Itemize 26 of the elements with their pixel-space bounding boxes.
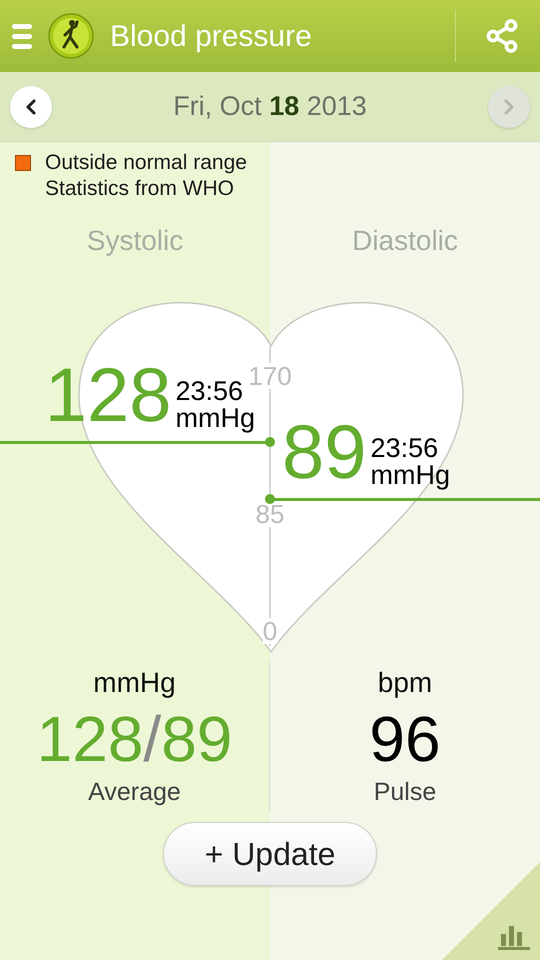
reading-value: 128 bbox=[44, 358, 172, 434]
share-icon[interactable] bbox=[484, 18, 520, 54]
column-heading: Diastolic bbox=[352, 224, 458, 258]
scale-label: 170 bbox=[248, 363, 292, 389]
app-title: Blood pressure bbox=[110, 18, 312, 54]
legend-text: Outside normal range bbox=[45, 150, 247, 176]
reading-time: 23:56 bbox=[176, 378, 244, 405]
pulse-unit: bpm bbox=[378, 666, 432, 700]
legend-text: Statistics from WHO bbox=[45, 176, 236, 202]
reading-unit: mmHg bbox=[176, 405, 255, 432]
update-button[interactable]: + Update bbox=[163, 822, 377, 886]
date-label: Fri, Oct 18 2013 bbox=[173, 90, 367, 124]
reading-value: 89 bbox=[282, 415, 367, 491]
average-label: Average bbox=[88, 777, 181, 808]
average-reading: 128/89 bbox=[36, 704, 232, 774]
reading-unit: mmHg bbox=[370, 462, 450, 489]
pulse-label: Pulse bbox=[374, 777, 436, 808]
previous-day-button[interactable] bbox=[10, 86, 52, 128]
column-heading: Systolic bbox=[86, 224, 184, 258]
menu-icon[interactable] bbox=[12, 24, 32, 48]
average-unit: mmHg bbox=[93, 666, 176, 700]
scale-label: 85 bbox=[256, 500, 284, 526]
walking-figure-icon bbox=[48, 13, 94, 59]
reading-time: 23:56 bbox=[370, 435, 440, 462]
scale-label: 0 bbox=[262, 618, 278, 644]
pulse-value: 96 bbox=[369, 704, 441, 774]
